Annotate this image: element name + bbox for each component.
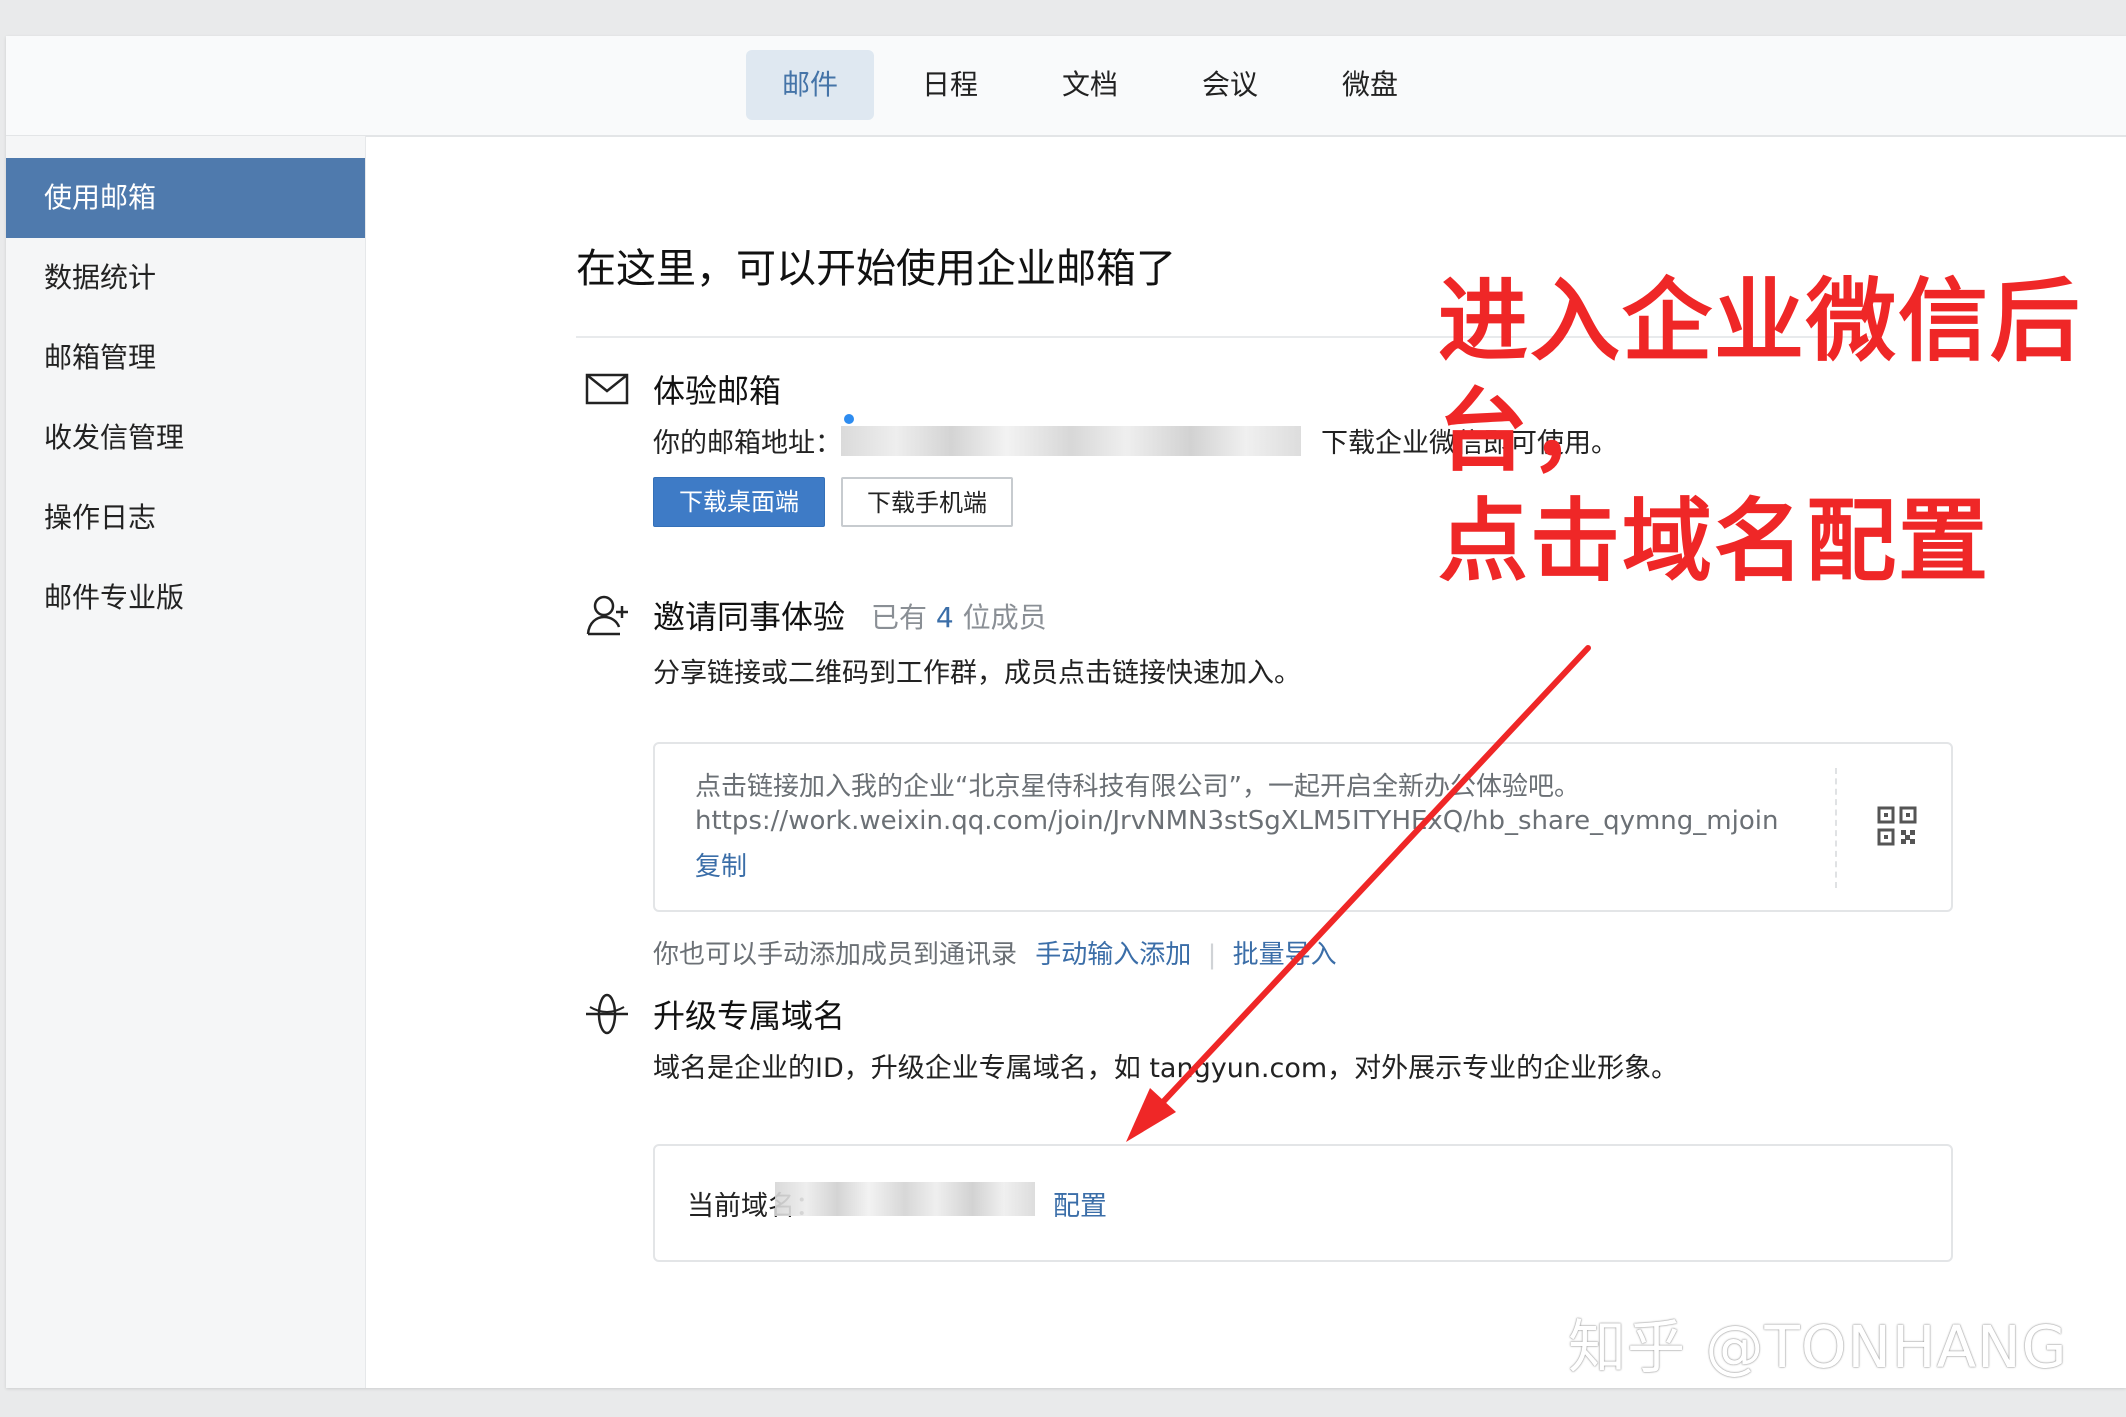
watermark-text: 知乎 @TONHANG — [1568, 1313, 2068, 1381]
annotation-arrow — [1126, 645, 1591, 1142]
